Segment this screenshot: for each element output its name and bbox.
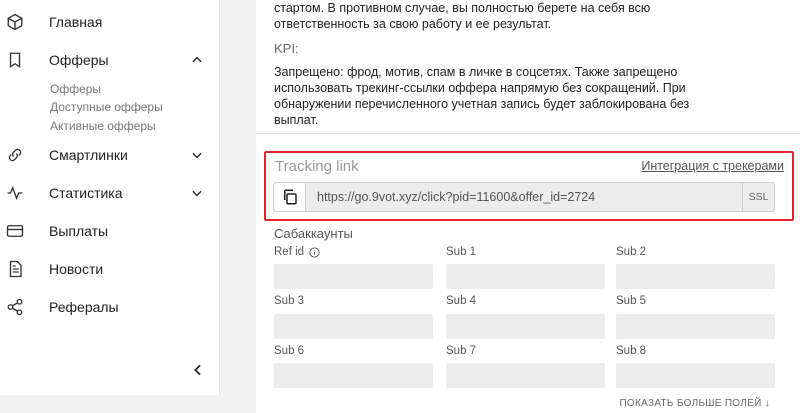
subaccount-label-sub7: Sub 7 [446,345,477,357]
subaccount-label-ref-id: Ref id [274,246,320,258]
subaccount-label-sub2: Sub 2 [616,246,647,258]
copy-icon[interactable] [274,183,306,211]
tracker-integration-link[interactable]: Интеграция с трекерами [641,159,784,173]
sub4-input[interactable] [446,314,605,339]
sidebar-subitem-available-offers[interactable]: Доступные офферы [50,100,163,114]
card-icon [6,222,24,240]
sidebar-item-statistics[interactable]: Статистика [0,174,220,212]
sidebar-item-label: Смартлинки [49,147,128,163]
collapse-sidebar-icon[interactable] [190,362,206,378]
sidebar-item-smartlinks[interactable]: Смартлинки [0,136,220,174]
tracking-link-field[interactable]: https://go.9vot.xyz/click?pid=11600&offe… [273,182,775,212]
kpi-label: KPI: [274,41,299,56]
ref-id-label-text: Ref id [274,246,305,258]
chevron-down-icon[interactable] [190,148,204,162]
info-icon[interactable] [309,246,320,258]
sidebar-item-label: Статистика [49,185,123,201]
description-line: стартом. В противном случае, вы полность… [274,1,651,15]
divider [256,133,800,134]
chevron-up-icon[interactable] [190,53,204,67]
sidebar-item-news[interactable]: Новости [0,250,220,288]
subaccounts-title: Сабаккаунты [274,226,353,241]
subaccount-label-sub6: Sub 6 [274,345,305,357]
sidebar-subitem-offers[interactable]: Офферы [50,82,101,96]
arrow-down-icon: ↓ [764,398,770,409]
subaccount-label-sub5: Sub 5 [616,295,647,307]
sidebar-item-referrals[interactable]: Рефералы [0,288,220,326]
sidebar-item-label: Новости [49,261,104,277]
share-icon [6,298,24,316]
restriction-line: использовать трекинг-ссылки оффера напря… [274,81,686,95]
chevron-down-icon[interactable] [190,186,204,200]
bookmark-icon [6,51,24,69]
restriction-line: выплат. [274,113,319,127]
sidebar-item-label: Выплаты [49,223,109,239]
sidebar: Главная Офферы Офферы Доступные офферы А… [0,0,220,413]
sub6-input[interactable] [274,363,433,388]
offer-details-card: стартом. В противном случае, вы полность… [256,0,800,413]
document-icon [6,260,24,278]
tracking-link-title: Tracking link [275,158,359,175]
tracking-link-url[interactable]: https://go.9vot.xyz/click?pid=11600&offe… [317,190,595,204]
sidebar-footer [0,395,220,413]
subaccount-label-sub8: Sub 8 [616,345,647,357]
show-more-fields-button[interactable]: ПОКАЗАТЬ БОЛЬШЕ ПОЛЕЙ ↓ [619,398,770,409]
restriction-line: обнаружении перечисленного учетная запис… [274,97,690,111]
sub2-input[interactable] [616,264,775,289]
subaccount-label-sub4: Sub 4 [446,295,477,307]
subaccount-label-sub1: Sub 1 [446,246,477,258]
show-more-label: ПОКАЗАТЬ БОЛЬШЕ ПОЛЕЙ [619,398,762,409]
sub1-input[interactable] [446,264,605,289]
sidebar-item-label: Главная [49,14,103,30]
sidebar-item-home[interactable]: Главная [0,3,220,41]
ssl-toggle[interactable]: SSL [742,183,774,211]
sidebar-item-label: Рефералы [49,299,119,315]
subaccount-label-sub3: Sub 3 [274,295,305,307]
sidebar-item-label: Офферы [49,52,109,68]
sub5-input[interactable] [616,314,775,339]
pulse-icon [6,184,24,202]
sidebar-item-payouts[interactable]: Выплаты [0,212,220,250]
restriction-line: Запрещено: фрод, мотив, спам в личке в с… [274,65,678,79]
sub3-input[interactable] [274,314,433,339]
tracking-link-section: Tracking link Интеграция с трекерами htt… [264,151,794,221]
sidebar-subitem-active-offers[interactable]: Активные офферы [50,119,156,133]
ref-id-input[interactable] [274,264,433,289]
link-icon [6,146,24,164]
sub7-input[interactable] [446,363,605,388]
description-line: ответственность за свою работу и ее резу… [274,17,552,31]
sub8-input[interactable] [616,363,775,388]
cube-icon [6,13,24,31]
sidebar-item-offers[interactable]: Офферы [0,41,220,79]
